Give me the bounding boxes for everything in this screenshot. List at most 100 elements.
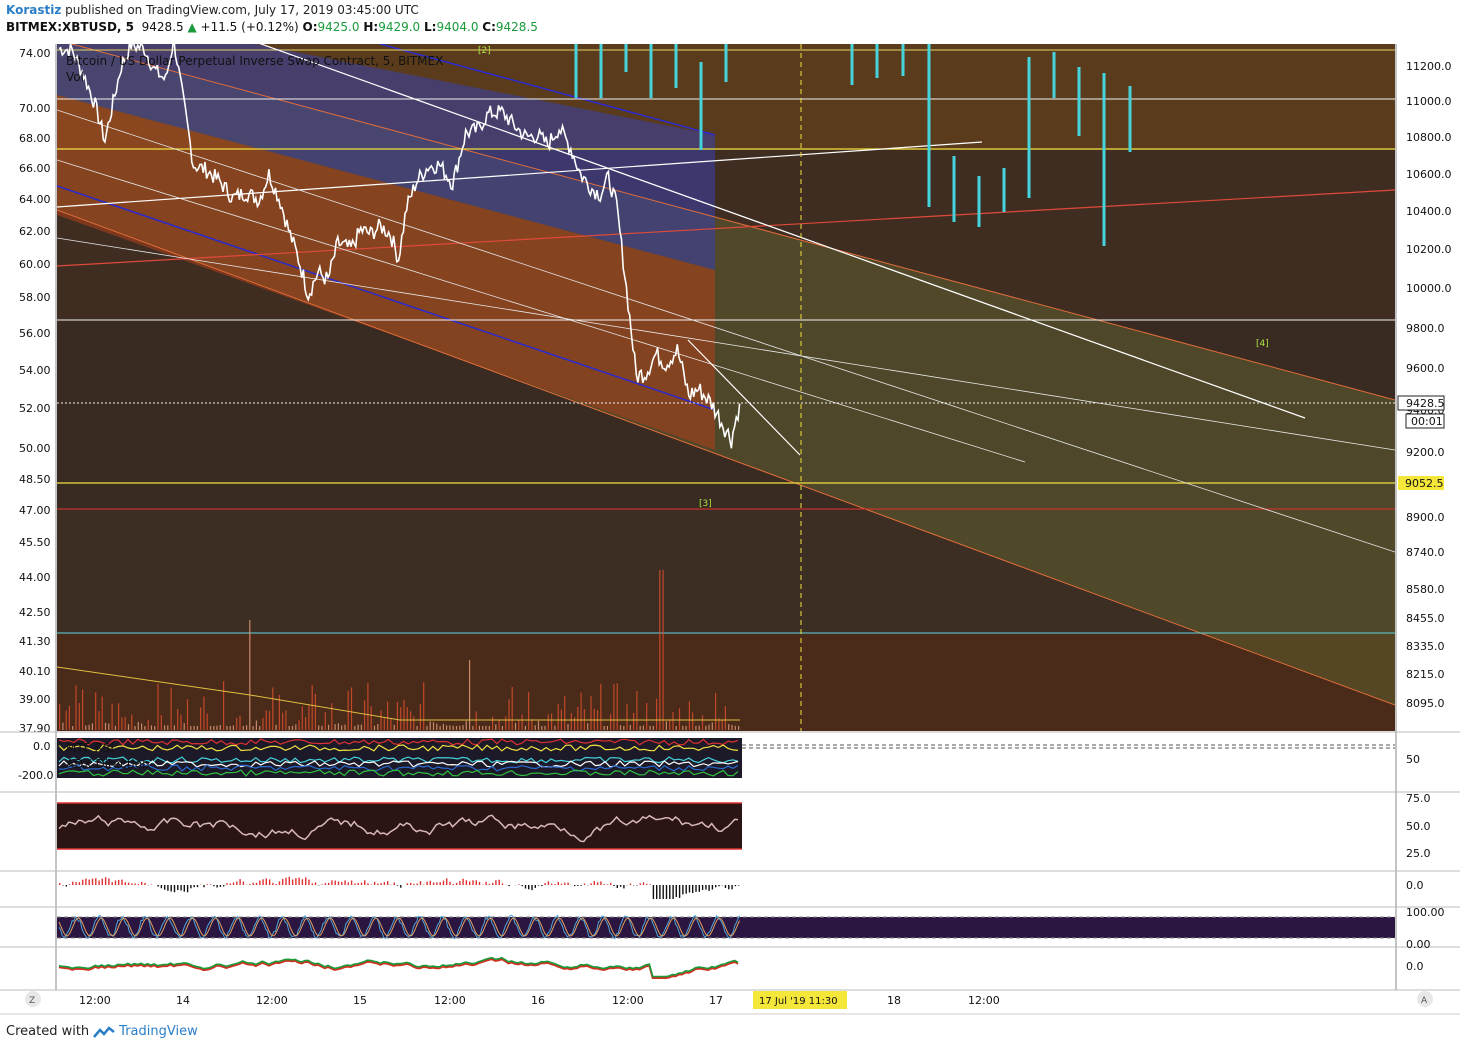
volume-bar	[701, 715, 704, 730]
left-tick: 47.00	[19, 504, 51, 517]
histogram-bar	[65, 885, 67, 887]
volume-bar	[341, 725, 343, 730]
histogram-bar	[642, 882, 645, 885]
volume-bar	[170, 687, 172, 730]
volume-bar	[288, 726, 290, 730]
volume-bar	[482, 726, 484, 730]
histogram-bar	[692, 885, 694, 893]
stoch-tick-0: 0.00	[1406, 938, 1431, 951]
histogram-bar	[675, 885, 677, 897]
volume-bar	[626, 704, 628, 730]
histogram-bar	[413, 883, 415, 885]
volume-bar	[65, 710, 67, 730]
volume-bar	[551, 713, 553, 730]
volume-bar	[75, 685, 77, 730]
volume-bar	[537, 720, 540, 730]
histogram-bar	[232, 882, 235, 885]
histogram-bar	[603, 884, 605, 885]
volume-bar	[390, 718, 392, 730]
histogram-bar	[328, 882, 330, 885]
volume-bar	[131, 714, 133, 730]
oscillator-pane[interactable]	[57, 948, 1395, 989]
histogram-bar	[724, 885, 727, 888]
histogram-bar	[160, 885, 163, 889]
histogram-bar	[580, 885, 582, 886]
current-price-label: 9428.5	[1406, 397, 1445, 410]
histogram-bar	[665, 885, 668, 899]
histogram-bar	[534, 885, 536, 888]
price-tick: 11200.0	[1406, 60, 1452, 73]
left-tick: 44.00	[19, 571, 51, 584]
time-tick: 12:00	[968, 994, 1000, 1007]
histogram-bar	[95, 878, 97, 885]
left-tick: 64.00	[19, 193, 51, 206]
histogram-bar	[492, 882, 494, 885]
volume-bar	[147, 719, 149, 730]
created-with-text: Created with	[6, 1024, 90, 1039]
histogram-pane[interactable]	[57, 872, 1395, 906]
histogram-bar	[442, 880, 445, 885]
volume-bar	[249, 620, 251, 730]
volume-bar	[554, 725, 556, 730]
volume-bar	[124, 716, 126, 730]
price-tick: 10200.0	[1406, 243, 1452, 256]
histogram-bar	[216, 885, 218, 888]
histogram-bar	[508, 885, 510, 887]
target-label: 9052.5	[1405, 477, 1444, 490]
close-label: C:	[482, 20, 496, 34]
histogram-bar	[711, 885, 714, 890]
volume-bar	[91, 723, 93, 730]
histogram-bar	[574, 885, 576, 887]
footer: Created with TradingView	[6, 1024, 198, 1039]
volume-bar	[498, 720, 500, 730]
histogram-bar	[738, 885, 740, 886]
histogram-bar	[393, 882, 395, 885]
left-tick: 74.00	[19, 47, 51, 60]
volume-bar	[455, 725, 458, 730]
volume-bar	[209, 726, 212, 730]
histo-tick-0: 0.0	[1406, 879, 1424, 892]
volume-bar	[347, 690, 349, 730]
histogram-bar	[259, 880, 261, 885]
histogram-bar	[301, 879, 304, 885]
histogram-bar	[429, 880, 431, 885]
tradingview-brand[interactable]: TradingView	[119, 1024, 198, 1039]
volume-bar	[495, 724, 497, 730]
histogram-bar	[331, 880, 333, 885]
volume-bar	[380, 710, 382, 730]
volume-bar	[577, 706, 579, 730]
author-link[interactable]: Korastiz	[6, 3, 61, 17]
left-tick: 52.00	[19, 402, 51, 415]
histogram-bar	[127, 882, 130, 885]
volume-bar	[252, 726, 254, 730]
price-tick: 11000.0	[1406, 95, 1452, 108]
histogram-bar	[88, 879, 90, 885]
volume-bar	[259, 726, 261, 730]
vol-legend: Vol	[66, 70, 84, 84]
cursor-time-label: 17 Jul '19 11:30	[759, 996, 838, 1007]
histogram-bar	[472, 880, 474, 885]
histogram-bar	[672, 885, 674, 899]
volume-bar	[177, 709, 179, 730]
volume-bar	[314, 693, 316, 730]
histogram-bar	[610, 882, 612, 885]
price-tick: 9800.0	[1406, 322, 1445, 335]
volume-bar	[242, 725, 244, 730]
histogram-bar	[521, 885, 523, 887]
volume-bar	[567, 724, 569, 730]
volume-bar	[547, 714, 549, 730]
histogram-bar	[537, 885, 540, 886]
histogram-bar	[118, 879, 120, 885]
histogram-bar	[596, 882, 599, 885]
histogram-bar	[272, 882, 274, 885]
volume-bar	[213, 726, 215, 730]
histogram-bar	[682, 885, 684, 895]
volume-bar	[203, 696, 205, 730]
histogram-bar	[186, 885, 189, 893]
volume-bar	[580, 692, 582, 730]
left-tick: 58.00	[19, 291, 51, 304]
volume-bar	[154, 726, 156, 730]
histogram-bar	[678, 885, 681, 898]
histogram-bar	[452, 884, 454, 885]
histogram-bar	[685, 885, 687, 894]
